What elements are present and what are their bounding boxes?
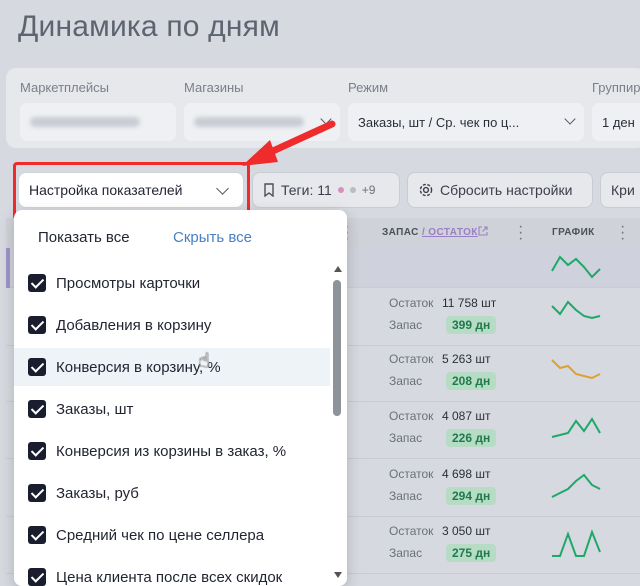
sparkline-chart <box>551 417 601 438</box>
sparkline-chart <box>551 359 601 380</box>
option-label: Конверсия в корзину, % <box>56 358 221 376</box>
stock-label: Запас <box>389 374 423 388</box>
stock-label: Запас <box>389 318 423 332</box>
remain-value: 4 698 шт <box>442 467 491 481</box>
scroll-down-icon[interactable] <box>334 572 342 578</box>
option-label: Добавления в корзину <box>56 316 212 334</box>
option-cart-conversion[interactable]: Конверсия в корзину, % <box>14 348 330 386</box>
option-cart-to-order-conversion[interactable]: Конверсия из корзины в заказ, % <box>14 432 330 470</box>
filter-marketplaces[interactable]: Маркетплейсы <box>20 80 176 141</box>
filter-mode[interactable]: Режим Заказы, шт / Ср. чек по ц... <box>348 80 584 141</box>
annotation-arrow-icon <box>242 120 336 166</box>
sparkline-line <box>551 417 601 438</box>
reset-settings-label: Сбросить настройки <box>440 182 573 198</box>
filter-stores-label: Магазины <box>184 80 244 95</box>
checkbox-checked-icon[interactable] <box>28 442 46 460</box>
metrics-dropdown-panel: Показать все Скрыть все Просмотры карточ… <box>14 210 347 586</box>
mode-value: Заказы, шт / Ср. чек по ц... <box>358 114 520 130</box>
group-select[interactable]: 1 ден <box>592 103 640 141</box>
option-orders-rub[interactable]: Заказы, руб <box>14 474 330 512</box>
option-avg-check[interactable]: Средний чек по цене селлера <box>14 516 330 554</box>
option-add-to-cart[interactable]: Добавления в корзину <box>14 306 330 344</box>
sparkline-chart <box>551 473 601 498</box>
column-menu-icon[interactable]: ··· <box>518 219 523 247</box>
criteria-button[interactable]: Кри <box>600 172 640 208</box>
tags-label: Теги: 11 <box>281 182 332 198</box>
stock-days-badge: 399 дн <box>446 316 497 334</box>
row-selection-indicator <box>6 248 10 288</box>
sparkline-chart <box>551 300 601 320</box>
remain-label: Остаток <box>389 524 434 538</box>
filter-marketplaces-label: Маркетплейсы <box>20 80 109 95</box>
option-label: Средний чек по цене селлера <box>56 526 265 544</box>
option-label: Заказы, шт <box>56 400 134 418</box>
checkbox-checked-icon[interactable] <box>28 484 46 502</box>
blurred-value <box>30 117 140 127</box>
show-all-button[interactable]: Показать все <box>38 229 130 246</box>
hand-cursor-icon: ☝ <box>198 350 211 372</box>
hide-all-button[interactable]: Скрыть все <box>173 229 252 246</box>
tags-button[interactable]: Теги: 11 +9 <box>252 172 400 208</box>
external-link-icon[interactable] <box>478 226 488 236</box>
header-chart: ГРАФИК <box>552 227 595 238</box>
scroll-up-icon[interactable] <box>334 266 342 272</box>
stock-label: Запас <box>389 489 423 503</box>
filter-group[interactable]: Группир 1 ден <box>592 80 640 141</box>
tag-dot-gray-icon <box>349 187 356 193</box>
stock-label: Запас <box>389 431 423 445</box>
checkbox-checked-icon[interactable] <box>28 316 46 334</box>
checkbox-checked-icon[interactable] <box>28 400 46 418</box>
option-label: Цена клиента после всех скидок <box>56 568 283 586</box>
filter-group-label: Группир <box>592 80 640 95</box>
sparkline-line <box>551 359 601 380</box>
header-remain-link[interactable]: / ОСТАТОК <box>422 227 478 238</box>
remain-label: Остаток <box>389 409 434 423</box>
remain-label: Остаток <box>389 296 434 310</box>
stock-days-badge: 208 дн <box>446 372 497 390</box>
option-label: Конверсия из корзины в заказ, % <box>56 442 287 460</box>
sparkline-line <box>552 529 601 557</box>
option-card-views[interactable]: Просмотры карточки <box>14 264 330 302</box>
option-client-price[interactable]: Цена клиента после всех скидок <box>14 558 330 586</box>
reset-settings-button[interactable]: Сбросить настройки <box>407 172 593 208</box>
option-label: Заказы, руб <box>56 484 139 502</box>
stock-days-badge: 294 дн <box>446 487 497 505</box>
sparkline-line <box>551 300 601 320</box>
dropdown-scrollbar[interactable] <box>333 280 341 416</box>
sparkline-chart <box>551 255 601 279</box>
stock-days-badge: 275 дн <box>446 544 497 562</box>
checkbox-checked-icon[interactable] <box>28 526 46 544</box>
remain-value: 3 050 шт <box>442 524 491 538</box>
group-value: 1 ден <box>602 114 635 130</box>
checkbox-checked-icon[interactable] <box>28 358 46 376</box>
bookmark-icon <box>264 183 274 197</box>
stock-days-badge: 226 дн <box>446 429 497 447</box>
remain-value: 4 087 шт <box>442 409 491 423</box>
marketplaces-select[interactable] <box>20 103 176 141</box>
checkbox-checked-icon[interactable] <box>28 274 46 292</box>
criteria-label: Кри <box>611 182 635 198</box>
checkbox-checked-icon[interactable] <box>28 568 46 586</box>
tag-dot-pink-icon <box>337 187 344 193</box>
header-stock: ЗАПАС / ОСТАТОК <box>382 227 478 238</box>
remain-value: 11 758 шт <box>442 296 497 310</box>
option-label: Просмотры карточки <box>56 274 201 292</box>
column-menu-icon[interactable]: ··· <box>620 219 625 247</box>
gear-icon <box>419 183 433 197</box>
remain-value: 5 263 шт <box>442 352 491 366</box>
sparkline-chart <box>552 529 601 557</box>
mode-select[interactable]: Заказы, шт / Ср. чек по ц... <box>348 103 584 141</box>
filter-mode-label: Режим <box>348 80 389 95</box>
chevron-down-icon <box>564 113 576 125</box>
remain-label: Остаток <box>389 467 434 481</box>
remain-label: Остаток <box>389 352 434 366</box>
page-title: Динамика по дням <box>18 10 280 43</box>
stock-label: Запас <box>389 546 423 560</box>
tags-more: +9 <box>361 183 376 197</box>
sparkline-line <box>551 473 601 498</box>
option-orders-qty[interactable]: Заказы, шт <box>14 390 330 428</box>
